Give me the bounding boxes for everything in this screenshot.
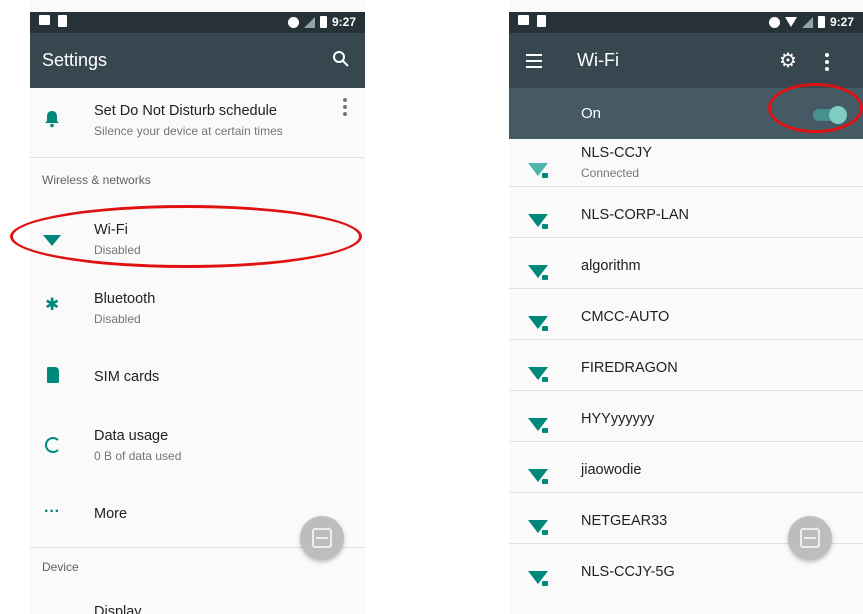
page-title: Settings <box>42 50 108 70</box>
sim-card-icon <box>47 367 59 383</box>
sim-title: SIM cards <box>94 369 160 385</box>
scan-icon-line <box>316 537 328 539</box>
data-usage-icon <box>45 437 61 453</box>
status-time: 9:27 <box>829 15 854 29</box>
gear-icon[interactable]: ⚙ <box>779 48 797 73</box>
app-notification-icon <box>537 15 546 27</box>
scan-fab-button[interactable] <box>788 516 832 560</box>
network-ssid: HYYyyyyyy <box>581 411 655 427</box>
signal-icon <box>801 16 813 28</box>
lock-icon <box>542 428 548 433</box>
battery-icon <box>817 16 825 28</box>
dnd-title: Set Do Not Disturb schedule <box>94 103 277 119</box>
more-icon: ··· <box>44 503 60 520</box>
divider <box>509 441 863 442</box>
wifi-status-icon <box>784 17 797 27</box>
data-usage-title: Data usage <box>94 428 169 444</box>
wifi-toolbar: Wi-Fi ⚙ <box>509 33 863 88</box>
switch-label: On <box>581 105 602 122</box>
network-ssid: algorithm <box>581 258 641 274</box>
scan-fab-button[interactable] <box>300 516 344 560</box>
bluetooth-title: Bluetooth <box>94 291 156 307</box>
lock-icon <box>542 173 548 178</box>
battery-icon <box>319 16 327 28</box>
network-ssid: NLS-CCJY <box>581 145 652 161</box>
image-notification-icon <box>518 15 529 25</box>
divider <box>509 492 863 493</box>
divider <box>509 237 863 238</box>
annotation-circle-toggle <box>768 83 863 133</box>
settings-toolbar: Settings <box>30 33 365 88</box>
category-device: Device <box>42 560 79 574</box>
signal-icon <box>303 16 315 28</box>
divider <box>509 339 863 340</box>
lock-icon <box>542 377 548 382</box>
more-title: More <box>94 506 128 522</box>
divider <box>509 288 863 289</box>
status-bar: 9:27 <box>30 12 365 33</box>
network-ssid: NLS-CORP-LAN <box>581 207 689 223</box>
display-title: Display <box>94 604 142 614</box>
bluetooth-icon: ✱ <box>45 295 60 314</box>
dnd-status-icon <box>287 16 299 28</box>
divider <box>509 390 863 391</box>
lock-icon <box>542 275 548 280</box>
bell-icon <box>45 111 59 128</box>
divider <box>509 186 863 187</box>
network-ssid: jiaowodie <box>581 462 642 478</box>
network-ssid: CMCC-AUTO <box>581 309 670 325</box>
lock-icon <box>542 530 548 535</box>
lock-icon <box>542 326 548 331</box>
menu-icon[interactable] <box>526 54 542 68</box>
more-options-icon[interactable] <box>825 53 829 71</box>
network-ssid: FIREDRAGON <box>581 360 678 376</box>
scan-icon-line <box>804 537 816 539</box>
network-ssid: NLS-CCJY-5G <box>581 564 675 580</box>
network-ssid: NETGEAR33 <box>581 513 668 529</box>
settings-screen: 9:27 Settings Set Do Not Disturb schedul… <box>30 0 365 614</box>
status-time: 9:27 <box>331 15 356 29</box>
page-title: Wi-Fi <box>577 50 619 70</box>
divider <box>30 157 365 158</box>
image-notification-icon <box>39 15 50 25</box>
annotation-circle-wifi <box>10 205 362 268</box>
dnd-subtitle: Silence your device at certain times <box>94 124 283 138</box>
more-options-icon[interactable] <box>343 98 347 116</box>
status-bar: 9:27 <box>509 12 863 33</box>
lock-icon <box>542 224 548 229</box>
category-wireless: Wireless & networks <box>42 173 151 187</box>
app-notification-icon <box>58 15 67 27</box>
lock-icon <box>542 581 548 586</box>
data-usage-subtitle: 0 B of data used <box>94 449 182 463</box>
bluetooth-subtitle: Disabled <box>94 312 141 326</box>
search-icon[interactable] <box>332 50 350 68</box>
dnd-status-icon <box>768 16 780 28</box>
lock-icon <box>542 479 548 484</box>
network-status: Connected <box>581 166 640 180</box>
